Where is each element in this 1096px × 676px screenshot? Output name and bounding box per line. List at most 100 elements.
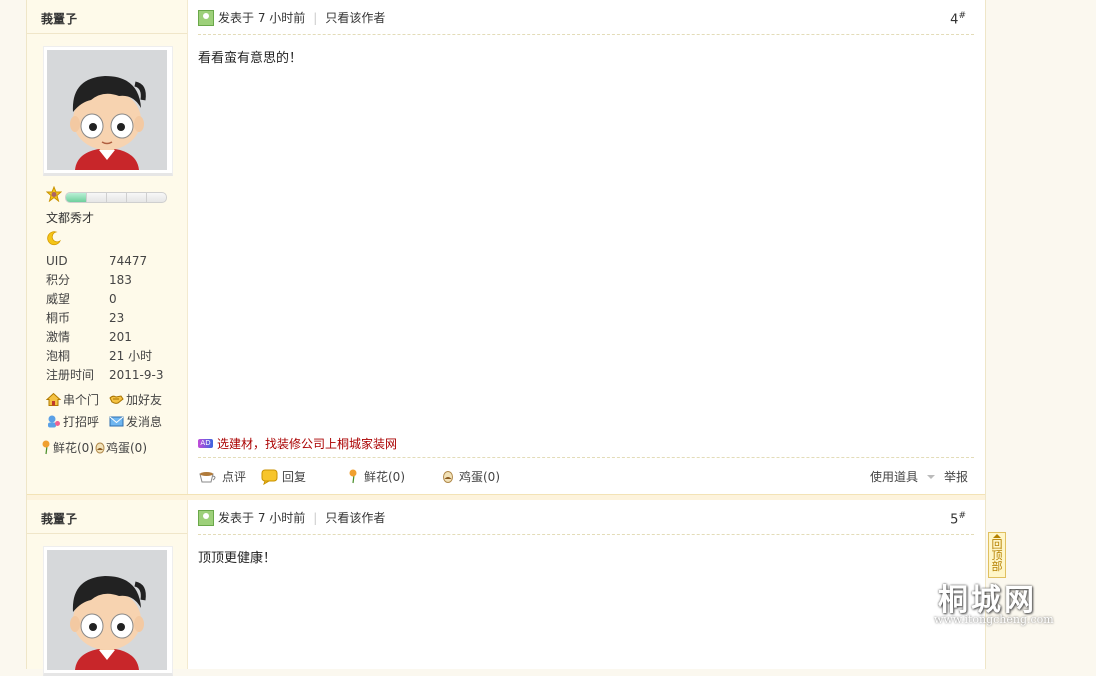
stat-value: 0 — [109, 292, 117, 306]
post-header: 发表于 7 小时前 | 只看该作者 5# — [198, 500, 974, 535]
page-background — [0, 0, 26, 669]
divider — [27, 33, 187, 34]
add-friend-button[interactable]: 加好友 — [109, 391, 162, 408]
post-message: 看看蛮有意思的！ — [198, 51, 303, 66]
ad-text: 选建材，找装修公司上桐城家装网 — [217, 437, 398, 451]
stat-label: 注册时间 — [46, 368, 95, 382]
reply-bubble-icon — [261, 469, 278, 485]
greet-button[interactable]: 打招呼 — [46, 413, 99, 430]
stat-label: 威望 — [46, 292, 71, 306]
greet-label: 打招呼 — [63, 415, 100, 429]
online-status-icon — [198, 509, 214, 526]
flower-button[interactable]: 鲜花(0) — [348, 468, 405, 485]
stat-value: 23 — [109, 311, 125, 325]
author-name[interactable]: 莪罿孒 — [41, 510, 77, 527]
egg-icon — [95, 442, 105, 454]
chevron-down-icon — [927, 474, 936, 479]
avatar-image — [47, 50, 167, 170]
comment-cup-icon — [199, 471, 216, 482]
online-status-icon — [198, 9, 214, 26]
handshake-icon — [109, 395, 124, 404]
egg-button[interactable]: 鸡蛋(0) — [441, 468, 500, 485]
post-time: 发表于 7 小时前 — [218, 11, 306, 25]
stat-label: UID — [46, 254, 68, 268]
back-to-top-label: 回顶部 — [991, 538, 1003, 573]
flower-icon — [42, 440, 50, 455]
level-progress-fill — [66, 193, 86, 202]
divider — [198, 457, 974, 458]
stat-value: 201 — [109, 330, 132, 344]
stat-row: 激情 201 — [46, 328, 163, 347]
post-5: 莪罿孒 发表于 7 小时前 | 只看该作者 5# 顶顶更健康！ — [27, 500, 985, 676]
only-author-link[interactable]: 只看该作者 — [325, 509, 385, 526]
visit-home-label: 串个门 — [63, 393, 100, 407]
home-icon — [46, 392, 61, 406]
flower-count[interactable]: 鲜花(0) — [53, 439, 94, 456]
separator: | — [313, 10, 318, 25]
watermark-url: www.itongcheng.com — [934, 613, 1054, 626]
stat-row: 积分 183 — [46, 271, 163, 290]
post-meta: 发表于 7 小时前 | 只看该作者 — [198, 509, 385, 526]
post-footer: 点评 回复 鲜花(0) 鸡蛋(0) 使用道具 举报 — [198, 465, 974, 487]
reply-label: 回复 — [282, 470, 307, 484]
send-message-button[interactable]: 发消息 — [109, 413, 162, 430]
site-watermark: 桐城网 www.itongcheng.com — [932, 575, 1062, 635]
report-button[interactable]: 举报 — [944, 468, 968, 485]
floor-mark: # — [958, 11, 966, 21]
stat-row: 注册时间 2011-9-3 — [46, 366, 163, 385]
envelope-icon — [109, 416, 124, 427]
only-author-link[interactable]: 只看该作者 — [325, 9, 385, 26]
sidebar-gifts: 鲜花(0) 鸡蛋(0) — [41, 439, 147, 456]
author-name[interactable]: 莪罿孒 — [41, 10, 77, 27]
level-segment — [86, 193, 87, 202]
floor-number[interactable]: 5# — [950, 511, 966, 527]
post-header: 发表于 7 小时前 | 只看该作者 4# — [198, 0, 974, 35]
level-segment — [126, 193, 127, 202]
egg-count[interactable]: 鸡蛋(0) — [106, 439, 147, 456]
moon-icon — [46, 230, 62, 249]
post-time: 发表于 7 小时前 — [218, 511, 306, 525]
send-message-label: 发消息 — [126, 415, 163, 429]
back-to-top-button[interactable]: 回顶部 — [988, 532, 1006, 578]
stat-row: 泡桐 21 小时 — [46, 347, 163, 366]
level-segment — [146, 193, 147, 202]
stat-label: 积分 — [46, 273, 71, 287]
use-tools-label: 使用道具 — [870, 470, 919, 484]
post-4: 莪罿孒 文都秀才 UID 74477 积分 183 威望 0 桐币 23 激情 … — [27, 0, 985, 494]
post-content: 发表于 7 小时前 | 只看该作者 5# 顶顶更健康！ — [198, 500, 974, 669]
stat-value: 2011-9-3 — [109, 368, 164, 382]
avatar[interactable] — [43, 546, 173, 676]
visit-home-button[interactable]: 串个门 — [46, 391, 99, 408]
post-ad-link[interactable]: AD 选建材，找装修公司上桐城家装网 — [198, 435, 397, 452]
level-progress-bar — [65, 192, 167, 203]
author-sidebar: 莪罿孒 — [27, 500, 188, 676]
level-segment — [106, 193, 107, 202]
ad-badge: AD — [198, 439, 213, 448]
flower-label: 鲜花(0) — [364, 470, 405, 484]
avatar-image — [47, 550, 167, 670]
separator: | — [313, 510, 318, 525]
stat-label: 激情 — [46, 330, 71, 344]
egg-icon — [443, 471, 453, 483]
author-sidebar: 莪罿孒 — [27, 0, 188, 494]
reply-button[interactable]: 回复 — [261, 468, 306, 485]
flower-icon — [349, 469, 357, 484]
post-content: 发表于 7 小时前 | 只看该作者 4# 看看蛮有意思的！ AD 选建材，找装修… — [198, 0, 974, 494]
user-stats: UID 74477 积分 183 威望 0 桐币 23 激情 201 泡桐 21 小时 注册… — [46, 252, 163, 385]
egg-label: 鸡蛋(0) — [459, 470, 500, 484]
floor-number[interactable]: 4# — [950, 11, 966, 27]
report-label: 举报 — [944, 470, 969, 484]
comment-label: 点评 — [222, 470, 247, 484]
use-tools-dropdown[interactable]: 使用道具 — [870, 468, 936, 485]
post-meta: 发表于 7 小时前 | 只看该作者 — [198, 9, 385, 26]
stat-value: 21 小时 — [109, 349, 153, 363]
avatar[interactable] — [43, 46, 173, 176]
comment-button[interactable]: 点评 — [198, 468, 246, 485]
stat-value: 183 — [109, 273, 132, 287]
stat-value[interactable]: 74477 — [109, 252, 147, 271]
stat-row: 桐币 23 — [46, 309, 163, 328]
level-star-icon — [45, 185, 63, 205]
thread-container: 莪罿孒 文都秀才 UID 74477 积分 183 威望 0 桐币 23 激情 … — [26, 0, 986, 676]
rank-title: 文都秀才 — [46, 211, 95, 225]
greet-icon — [48, 415, 60, 428]
